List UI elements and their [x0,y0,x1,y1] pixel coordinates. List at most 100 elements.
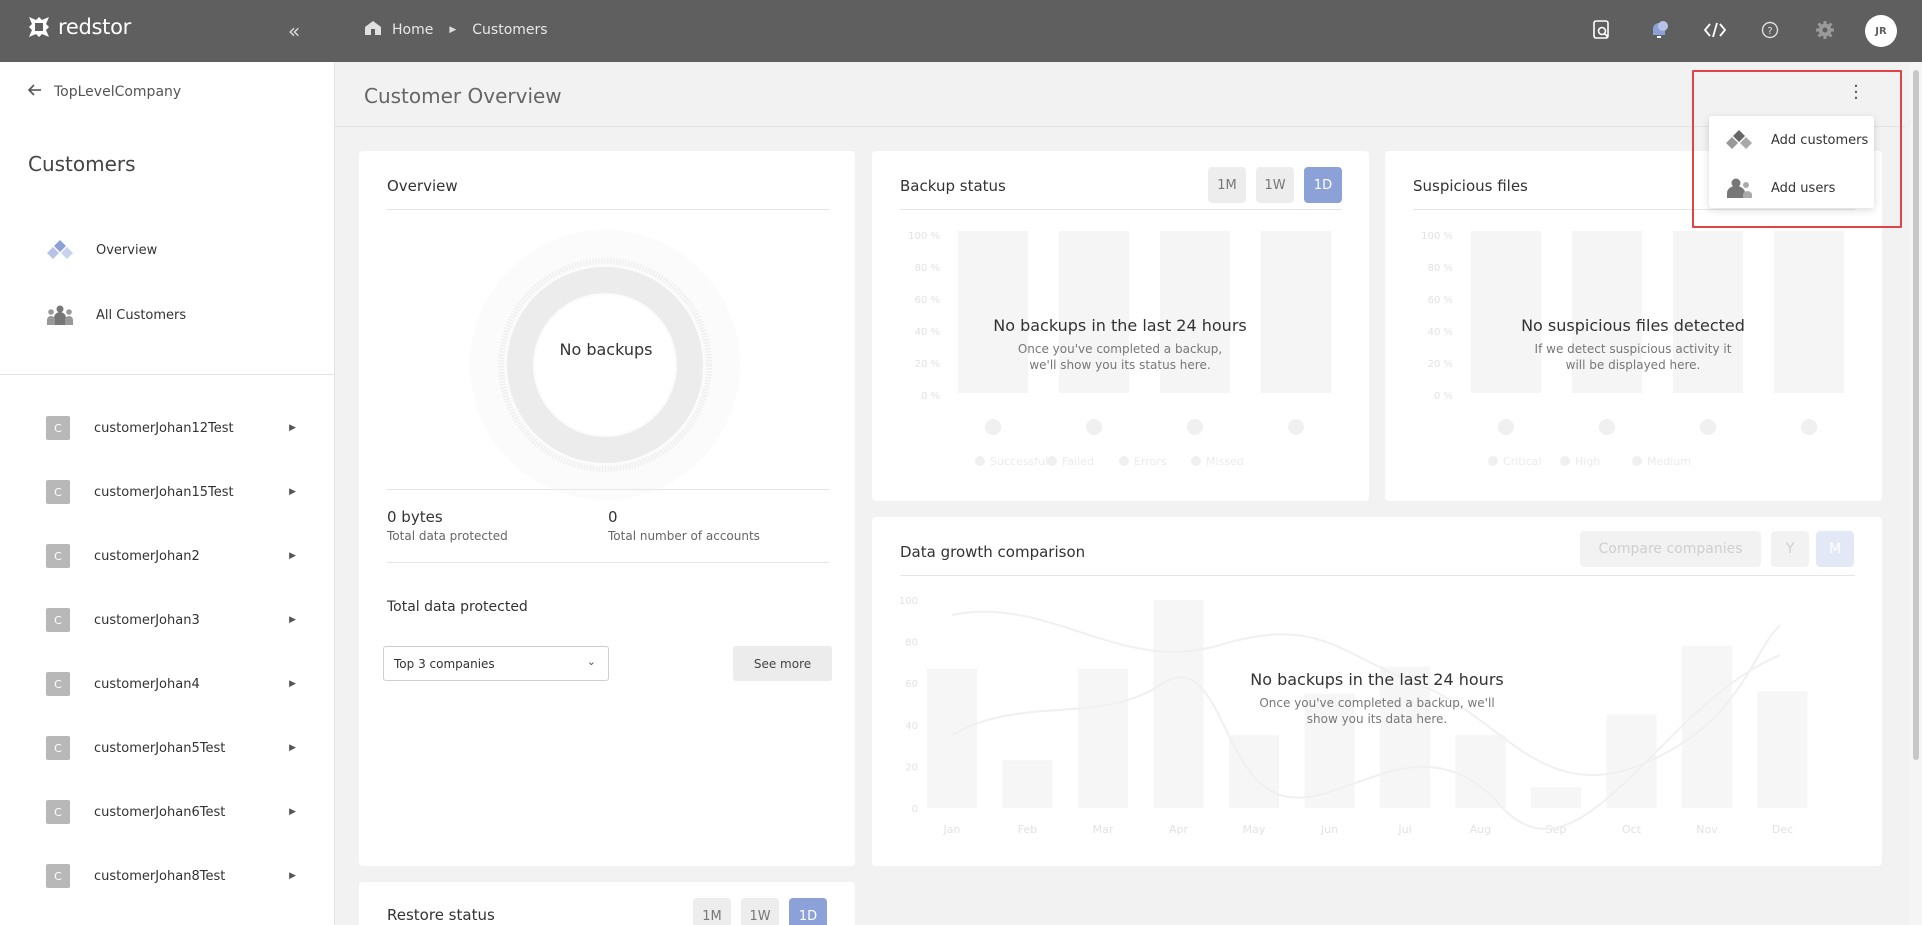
y-tick-label: 100 [900,596,918,607]
customer-badge: C [46,608,70,632]
customer-badge: C [46,416,70,440]
search-icon[interactable] [1590,18,1614,42]
customer-item[interactable]: C customerJohan15Test ▶ [46,480,296,504]
total-accounts-label: Total number of accounts [608,529,760,543]
period-y-button[interactable]: Y [1771,531,1809,567]
expand-arrow-icon[interactable]: ▶ [289,551,296,561]
customer-item[interactable]: C customerJohan5Test ▶ [46,736,296,760]
x-tick-label: Jul [1397,823,1411,836]
see-more-button[interactable]: See more [733,646,832,681]
placeholder-bar [1078,668,1128,808]
x-tick-label: Aug [1470,823,1491,836]
expand-arrow-icon[interactable]: ▶ [289,807,296,817]
customer-badge: C [46,544,70,568]
backup-status-card: Backup status 100 % 80 % 60 % 40 % 20 % 0 % Su… [872,151,1369,501]
card-divider [387,562,829,563]
customer-name: customerJohan12Test [94,420,234,436]
y-tick-label: 100 % [1421,231,1453,242]
total-accounts-value: 0 [608,508,618,526]
customer-name: customerJohan4 [94,676,200,692]
data-growth-card: Data growth comparison 100 80 60 40 20 0 Jan Fe… [872,517,1882,866]
expand-arrow-icon[interactable]: ▶ [289,871,296,881]
y-tick-label: 60 % [1428,295,1453,306]
placeholder-dot [1288,419,1304,435]
suspicious-empty-title: No suspicious files detected [1521,316,1745,335]
sidebar-item-overview[interactable]: Overview [46,238,157,262]
total-data-protected-value: 0 bytes [387,508,443,526]
x-tick-label: Oct [1622,823,1642,836]
customer-item[interactable]: C customerJohan3 ▶ [46,608,296,632]
restore-period-toggle: 1M 1W 1D [693,898,827,925]
compare-companies-button[interactable]: Compare companies [1580,531,1761,567]
period-1m-button[interactable]: 1M [1208,167,1246,203]
notifications-icon[interactable] [1647,18,1671,42]
customer-item[interactable]: C customerJohan8Test ▶ [46,864,296,888]
main-scrollbar[interactable] [1910,62,1922,925]
overview-title: Overview [387,177,458,195]
growth-empty-title: No backups in the last 24 hours [1250,670,1504,689]
customer-item[interactable]: C customerJohan2 ▶ [46,544,296,568]
y-tick-label: 20 % [1428,359,1453,370]
period-1w-button[interactable]: 1W [1256,167,1294,203]
x-tick-label: Nov [1696,823,1718,836]
customer-item[interactable]: C customerJohan6Test ▶ [46,800,296,824]
placeholder-dot [1801,419,1817,435]
page-title: Customer Overview [364,84,562,108]
placeholder-dot [1498,419,1514,435]
brand-logo[interactable]: redstor [26,14,131,40]
expand-arrow-icon[interactable]: ▶ [289,487,296,497]
period-1m-button[interactable]: 1M [693,898,731,925]
y-tick-label: 0 % [921,391,940,402]
placeholder-bar [1002,760,1053,808]
y-tick-label: 80 % [915,263,940,274]
select-value: Top 3 companies [394,656,495,671]
placeholder-dot [1599,419,1615,435]
breadcrumb-home[interactable]: Home [392,22,433,38]
code-icon[interactable] [1703,18,1727,42]
breadcrumb-current: Customers [472,22,548,38]
sidebar-item-label: All Customers [96,307,187,323]
scrollbar-thumb[interactable] [1913,70,1919,760]
x-tick-label: Jun [1320,823,1338,836]
back-link-label: TopLevelCompany [54,84,182,100]
top-companies-select[interactable]: Top 3 companies ⌄ [383,646,609,681]
people-icon [46,303,74,327]
legend-marker [1191,456,1201,466]
card-divider [387,489,829,490]
donut-empty-label: No backups [559,340,653,359]
collapse-sidebar-icon[interactable]: « [288,19,300,43]
placeholder-bar [1682,645,1732,808]
user-avatar[interactable]: JR [1865,15,1897,47]
arrow-left-icon [27,84,42,100]
customer-item[interactable]: C customerJohan4 ▶ [46,672,296,696]
settings-icon[interactable] [1813,18,1837,42]
back-link[interactable]: TopLevelCompany [27,84,182,100]
x-tick-label: Mar [1093,823,1114,836]
legend-marker [975,456,985,466]
expand-arrow-icon[interactable]: ▶ [289,743,296,753]
period-1w-button[interactable]: 1W [741,898,779,925]
legend-label: High [1575,455,1600,468]
customer-badge: C [46,672,70,696]
customer-name: customerJohan2 [94,548,200,564]
legend-label: Failed [1062,455,1094,468]
period-1d-button[interactable]: 1D [789,898,827,925]
sidebar-item-all-customers[interactable]: All Customers [46,303,186,327]
expand-arrow-icon[interactable]: ▶ [289,615,296,625]
legend-label: Critical [1503,455,1541,468]
suspicious-empty-subtitle: If we detect suspicious activity it will… [1534,342,1732,372]
placeholder-bar [1774,231,1844,393]
legend-marker [1119,456,1129,466]
period-1d-button[interactable]: 1D [1304,167,1342,203]
expand-arrow-icon[interactable]: ▶ [289,423,296,433]
expand-arrow-icon[interactable]: ▶ [289,679,296,689]
customer-item[interactable]: C customerJohan12Test ▶ [46,416,296,440]
period-m-button[interactable]: M [1816,531,1854,567]
home-icon[interactable] [364,20,382,40]
y-tick-label: 20 [905,762,918,773]
sidebar: TopLevelCompany Customers Overview All C… [0,62,335,925]
help-icon[interactable]: ? [1758,18,1782,42]
card-divider [900,575,1855,576]
customer-name: customerJohan15Test [94,484,234,500]
placeholder-dot [985,419,1001,435]
